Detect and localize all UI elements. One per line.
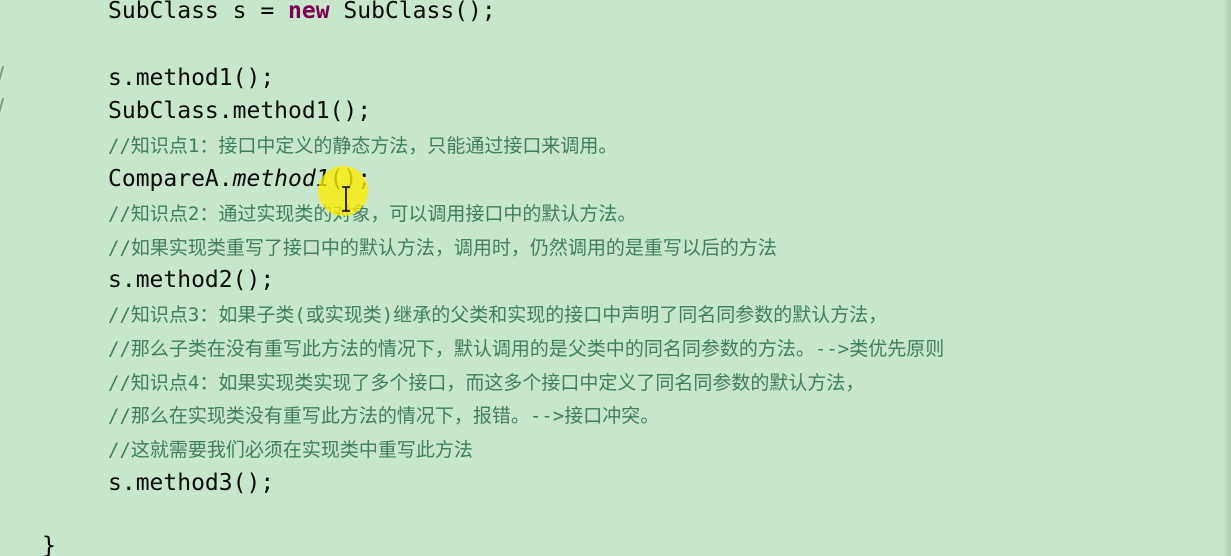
code-line-method3-call[interactable]: s.method3();: [108, 467, 274, 500]
gutter-marker: [0, 98, 11, 114]
comment-line-point3[interactable]: //知识点3：如果子类(或实现类)继承的父类和实现的接口中声明了同名同参数的默认…: [108, 299, 887, 332]
closing-brace: }: [42, 533, 56, 556]
code-text: CompareA.: [108, 166, 233, 192]
code-line-static-method1-call[interactable]: SubClass.method1();: [108, 95, 371, 128]
code-line-method1-call[interactable]: s.method1();: [108, 62, 274, 95]
code-line-comparea-method1[interactable]: CompareA.method1();: [108, 163, 371, 196]
code-line-subclass-declaration[interactable]: SubClass s = new SubClass();: [108, 0, 496, 28]
comment-line-class-priority[interactable]: //那么子类在没有重写此方法的情况下，默认调用的是父类中的同名同参数的方法。--…: [108, 333, 944, 366]
static-method-name: method1: [232, 166, 330, 192]
code-line-method2-call[interactable]: s.method2();: [108, 264, 274, 297]
comment-line-point1[interactable]: //知识点1：接口中定义的静态方法，只能通过接口来调用。: [108, 130, 617, 163]
code-text: SubClass s =: [108, 0, 289, 24]
code-text: SubClass();: [329, 0, 496, 24]
gutter-marker: [0, 66, 11, 82]
comment-line-point2[interactable]: //知识点2：通过实现类的对象，可以调用接口中的默认方法。: [108, 198, 636, 231]
code-text: ();: [329, 166, 372, 192]
editor-edge: [1223, 0, 1231, 556]
comment-line-point4[interactable]: //知识点4：如果实现类实现了多个接口，而这多个接口中定义了同名同参数的默认方法…: [108, 367, 864, 400]
comment-line-override-note[interactable]: //如果实现类重写了接口中的默认方法，调用时，仍然调用的是重写以后的方法: [108, 232, 777, 265]
comment-line-interface-conflict[interactable]: //那么在实现类没有重写此方法的情况下，报错。-->接口冲突。: [108, 400, 659, 433]
comment-line-must-override[interactable]: //这就需要我们必须在实现类中重写此方法: [108, 434, 473, 467]
keyword-new: new: [288, 0, 330, 24]
code-editor[interactable]: SubClass s = new SubClass(); s.method1()…: [0, 0, 1231, 556]
